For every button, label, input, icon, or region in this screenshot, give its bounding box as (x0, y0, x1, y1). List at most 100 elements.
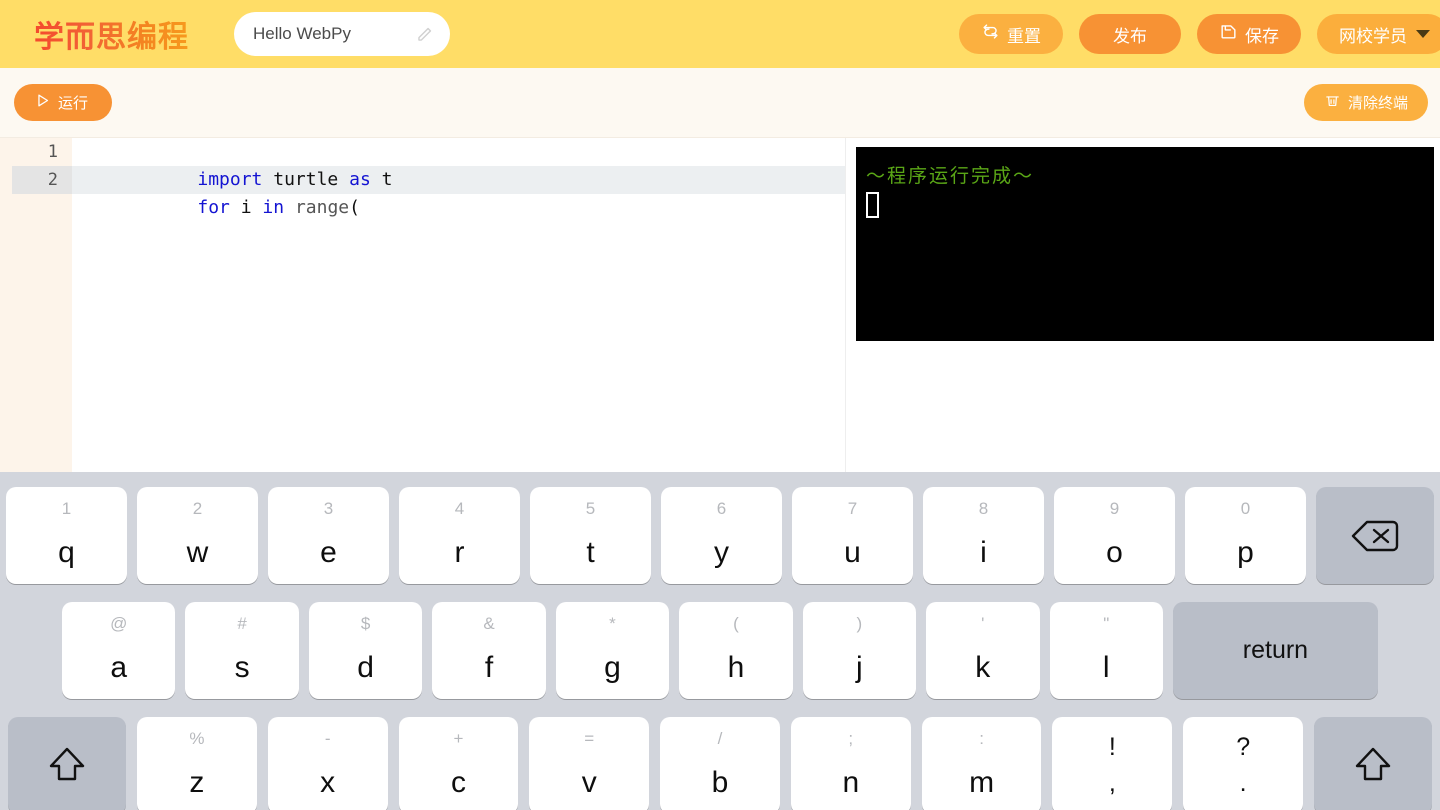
key-e[interactable]: 3 e (268, 487, 389, 584)
key-comma-exclamation[interactable]: ! , (1052, 717, 1173, 810)
line-number: 1 (47, 142, 58, 162)
brand-logo: 学而思编程 (34, 12, 189, 56)
key-m[interactable]: : m (921, 717, 1042, 810)
app-root: 学而思编程 Hello WebPy 重置 发布 保存 网校学员 运行 清除终端 … (0, 0, 1440, 810)
reset-icon (981, 22, 1000, 46)
key-x[interactable]: - x (267, 717, 388, 810)
key-main: z (189, 766, 205, 799)
key-q[interactable]: 1 q (6, 487, 127, 584)
key-main: s (234, 651, 250, 684)
key-sub: 6 (716, 499, 727, 518)
key-period-question[interactable]: ? . (1183, 717, 1304, 810)
keyboard-row-2: @ a # s $ d & f * g ( h) j ' k " l retu… (0, 602, 1440, 699)
reset-label: 重置 (1007, 26, 1041, 47)
code-line[interactable]: import turtle as t (72, 138, 845, 190)
key-sub: ( (733, 614, 739, 633)
header-actions: 重置 发布 保存 网校学员 (959, 14, 1440, 54)
key-d[interactable]: $ d (308, 602, 423, 699)
key-sub: ; (848, 729, 854, 748)
backspace-icon (1349, 516, 1401, 556)
run-label: 运行 (58, 94, 89, 112)
key-shift-right[interactable] (1314, 717, 1433, 810)
key-sub: 4 (454, 499, 465, 518)
key-b[interactable]: / b (660, 717, 780, 810)
key-o[interactable]: 9 o (1054, 487, 1175, 584)
key-p[interactable]: 0 p (1185, 487, 1306, 584)
key-a[interactable]: @ a (62, 602, 176, 699)
key-sub: ? (1236, 733, 1251, 761)
project-title-field[interactable]: Hello WebPy (234, 12, 450, 56)
key-z[interactable]: % z (137, 717, 257, 810)
key-return[interactable]: return (1172, 602, 1378, 699)
keyboard-row-3: % z - x + c = v / b ; n: m ! , ? . (0, 717, 1440, 810)
line-number-gutter: 1 2 (12, 138, 72, 472)
key-main: y (714, 536, 729, 569)
key-h[interactable]: ( h (679, 602, 793, 699)
shift-icon (44, 743, 90, 789)
key-shift-left[interactable] (8, 717, 126, 810)
key-v[interactable]: = v (529, 717, 650, 810)
key-main: l (1102, 651, 1110, 684)
terminal-output-line: ～程序运行完成～ (866, 165, 1035, 187)
reset-button[interactable]: 重置 (959, 14, 1063, 54)
key-sub: 9 (1109, 499, 1120, 518)
key-i[interactable]: 8 i (923, 487, 1044, 584)
key-r[interactable]: 4 r (399, 487, 520, 584)
code-token: import (197, 169, 263, 190)
key-main: w (186, 536, 209, 569)
key-sub: $ (360, 614, 371, 633)
key-sub: ! (1108, 733, 1116, 761)
key-backspace[interactable] (1316, 487, 1434, 584)
key-y[interactable]: 6 y (661, 487, 782, 584)
key-main: v (581, 766, 597, 799)
output-pane: ～程序运行完成～ (845, 138, 1440, 472)
key-k[interactable]: ' k (926, 602, 1040, 699)
key-main: m (969, 766, 995, 799)
user-role-dropdown[interactable]: 网校学员 (1317, 14, 1440, 54)
code-token: i (229, 197, 263, 218)
key-w[interactable]: 2 w (137, 487, 258, 584)
key-c[interactable]: + c (398, 717, 519, 810)
key-sub: : (979, 729, 984, 748)
key-f[interactable]: & f (432, 602, 546, 699)
code-token: in (262, 197, 285, 218)
key-sub: # (237, 614, 247, 633)
key-g[interactable]: * g (555, 602, 670, 699)
key-sub: 7 (847, 499, 858, 518)
key-u[interactable]: 7 u (792, 487, 913, 584)
publish-button[interactable]: 发布 (1079, 14, 1181, 54)
run-button[interactable]: 运行 (14, 84, 113, 121)
key-main: n (842, 766, 860, 799)
key-main: u (844, 536, 861, 569)
save-icon (1219, 22, 1238, 46)
key-l[interactable]: " l (1049, 602, 1163, 699)
save-button[interactable]: 保存 (1197, 14, 1301, 54)
key-j[interactable]: ) j (802, 602, 917, 699)
workspace: 1 2 import turtle as t for i in range( ～… (0, 138, 1440, 472)
clear-terminal-button[interactable]: 清除终端 (1303, 84, 1428, 121)
chevron-down-icon (1416, 30, 1430, 38)
code-token: for (197, 197, 230, 218)
key-main: d (357, 651, 374, 684)
key-main: , (1108, 769, 1116, 797)
key-main: a (110, 651, 128, 684)
pencil-icon[interactable] (415, 25, 434, 44)
app-header: 学而思编程 Hello WebPy 重置 发布 保存 网校学员 (0, 0, 1440, 68)
key-main: b (711, 766, 729, 799)
code-editor[interactable]: 1 2 import turtle as t for i in range( (12, 138, 845, 472)
key-main: return (1242, 636, 1309, 664)
key-s[interactable]: # s (185, 602, 299, 699)
key-n[interactable]: ; n (790, 717, 911, 810)
project-title-value: Hello WebPy (253, 24, 351, 43)
code-token: range (294, 197, 350, 218)
key-sub: + (453, 729, 464, 748)
key-main: r (454, 536, 465, 569)
key-t[interactable]: 5 t (530, 487, 651, 584)
key-main: . (1239, 769, 1247, 797)
key-sub: * (609, 614, 616, 633)
code-token: as (349, 169, 371, 190)
key-sub: 1 (61, 499, 72, 518)
terminal-console[interactable]: ～程序运行完成～ (856, 147, 1434, 341)
key-sub: & (483, 614, 495, 633)
